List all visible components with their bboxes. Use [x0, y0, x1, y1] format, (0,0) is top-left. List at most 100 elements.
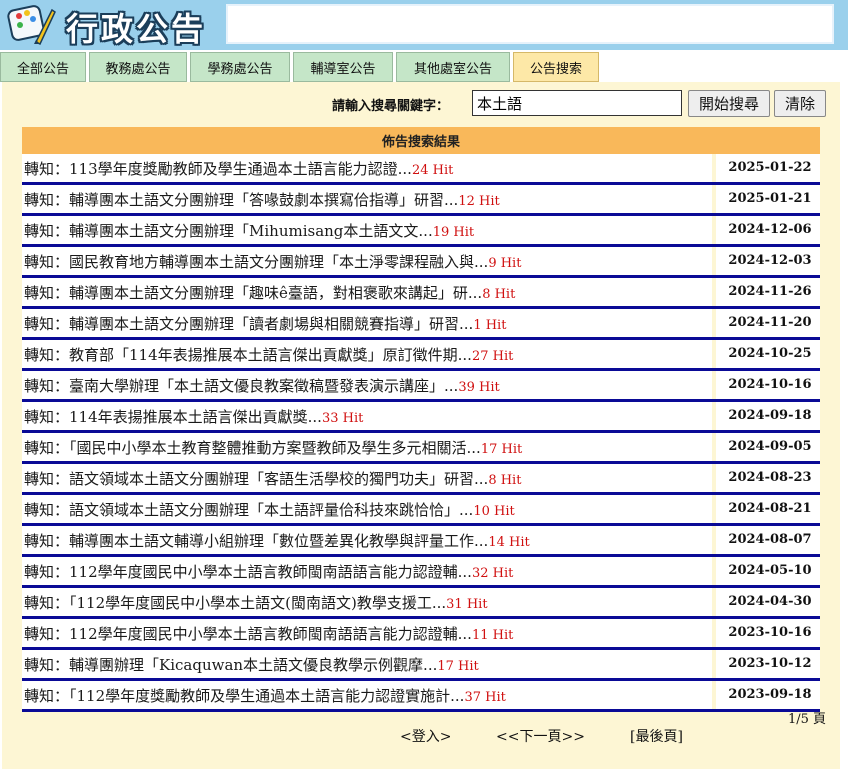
announcement-title-text: 轉知：輔導團辦理「Kicaquwan本土語文優良教學示例觀摩... [24, 655, 438, 674]
announcement-title[interactable]: 轉知：輔導團本土語文輔導小組辦理「數位暨差異化教學與評量工作...14 Hit [22, 530, 714, 551]
announcement-title[interactable]: 轉知：輔導團本土語文分團辦理「讀者劇場與相關競賽指導」研習...1 Hit [22, 313, 714, 334]
login-link[interactable]: <登入> [400, 726, 451, 746]
hit-count: 17 Hit [480, 441, 523, 457]
announcement-title[interactable]: 轉知：語文領域本土語文分團辦理「本土語評量佮科技來跳恰恰」...10 Hit [22, 499, 714, 520]
announcement-title[interactable]: 轉知：114年表揚推展本土語言傑出貢獻獎...33 Hit [22, 406, 714, 427]
table-row[interactable]: 轉知：臺南大學辦理「本土語文優良教案徵稿暨發表演示講座」...39 Hit 202… [22, 371, 820, 402]
announcement-title[interactable]: 轉知：輔導團本土語文分團辦理「答喙鼓劇本撰寫佮指導」研習...12 Hit [22, 189, 714, 210]
announcement-title-text: 轉知：113學年度獎勵教師及學生通過本土語言能力認證... [24, 159, 412, 178]
table-row[interactable]: 轉知：「國民中小學本土教育整體推動方案暨教師及學生多元相關活...17 Hit 2… [22, 433, 820, 464]
announcement-title[interactable]: 轉知：輔導團本土語文分團辦理「Mihumisang本土語文文...19 Hit [22, 220, 714, 241]
hit-count: 12 Hit [458, 193, 500, 209]
tab-other-offices[interactable]: 其他處室公告 [396, 52, 510, 82]
tab-announcement-search[interactable]: 公告搜索 [513, 52, 599, 82]
hit-count: 31 Hit [446, 596, 488, 612]
announcement-title[interactable]: 轉知：語文領域本土語文分團辦理「客語生活學校的獨門功夫」研習...8 Hit [22, 468, 714, 489]
hit-count: 19 Hit [432, 224, 475, 240]
hit-count: 39 Hit [458, 379, 500, 395]
tab-all-announcements[interactable]: 全部公告 [0, 52, 86, 82]
table-row[interactable]: 轉知：輔導團本土語文分團辦理「答喙鼓劇本撰寫佮指導」研習...12 Hit 202… [22, 185, 820, 216]
table-row[interactable]: 轉知：輔導團本土語文分團辦理「讀者劇場與相關競賽指導」研習...1 Hit 202… [22, 309, 820, 340]
table-row[interactable]: 轉知：輔導團辦理「Kicaquwan本土語文優良教學示例觀摩...17 Hit 2… [22, 650, 820, 681]
announcement-title-text: 轉知：國民教育地方輔導團本土語文分團辦理「本土淨零課程融入與... [24, 252, 489, 271]
announcement-title-text: 轉知：「國民中小學本土教育整體推動方案暨教師及學生多元相關活... [24, 438, 481, 457]
table-row[interactable]: 轉知：輔導團本土語文分團辦理「趣味ê臺語，對相褒歌來講起」研...8 Hit 20… [22, 278, 820, 309]
announcement-title-text: 轉知：「112學年度獎勵教師及學生通過本土語言能力認證實施計... [24, 686, 465, 705]
announcement-title-text: 轉知：114年表揚推展本土語言傑出貢獻獎... [24, 407, 322, 426]
results-table: 佈告搜索結果 轉知：113學年度獎勵教師及學生通過本土語言能力認證...24 H… [22, 127, 820, 712]
table-row[interactable]: 轉知：教育部「114年表揚推展本土語言傑出貢獻獎」原訂徵件期...27 Hit 2… [22, 340, 820, 371]
table-row[interactable]: 轉知：語文領域本土語文分團辦理「本土語評量佮科技來跳恰恰」...10 Hit 20… [22, 495, 820, 526]
announcement-title[interactable]: 轉知：輔導團本土語文分團辦理「趣味ê臺語，對相褒歌來講起」研...8 Hit [22, 282, 714, 303]
page-indicator: 1/5 頁 [787, 712, 826, 727]
announcement-title[interactable]: 轉知：「112學年度國民中小學本土語文(閩南語文)教學支援工...31 Hit [22, 592, 714, 613]
announcement-title[interactable]: 轉知：國民教育地方輔導團本土語文分團辦理「本土淨零課程融入與...9 Hit [22, 251, 714, 272]
hit-count: 17 Hit [437, 658, 479, 674]
hit-count: 1 Hit [473, 317, 507, 333]
announcement-title-text: 轉知：112學年度國民中小學本土語言教師閩南語語言能力認證輔... [24, 624, 472, 643]
hit-count: 14 Hit [488, 534, 530, 550]
announcement-title[interactable]: 轉知：教育部「114年表揚推展本土語言傑出貢獻獎」原訂徵件期...27 Hit [22, 344, 714, 365]
table-row[interactable]: 轉知：輔導團本土語文輔導小組辦理「數位暨差異化教學與評量工作...14 Hit 2… [22, 526, 820, 557]
next-page-link[interactable]: <<下一頁>> [496, 726, 585, 746]
table-row[interactable]: 轉知：輔導團本土語文分團辦理「Mihumisang本土語文文...19 Hit 2… [22, 216, 820, 247]
announcement-title-text: 轉知：輔導團本土語文輔導小組辦理「數位暨差異化教學與評量工作... [24, 531, 489, 550]
hit-count: 33 Hit [321, 410, 364, 426]
clear-button[interactable]: 清除 [774, 90, 826, 117]
table-row[interactable]: 轉知：114年表揚推展本土語言傑出貢獻獎...33 Hit 2024-09-18 [22, 402, 820, 433]
table-row[interactable]: 轉知：語文領域本土語文分團辦理「客語生活學校的獨門功夫」研習...8 Hit 20… [22, 464, 820, 495]
announcement-title-text: 轉知：輔導團本土語文分團辦理「讀者劇場與相關競賽指導」研習... [24, 314, 474, 333]
header-banner-box [226, 4, 834, 44]
tab-student-affairs[interactable]: 學務處公告 [190, 52, 290, 82]
table-row[interactable]: 轉知：「112學年度獎勵教師及學生通過本土語言能力認證實施計...37 Hit 2… [22, 681, 820, 712]
hit-count: 37 Hit [464, 689, 506, 705]
search-input[interactable] [472, 90, 682, 116]
search-bar: 請輸入搜尋關鍵字： 開始搜尋 清除 [2, 90, 840, 118]
last-page-link[interactable]: [最後頁] [630, 726, 683, 746]
announcement-title-text: 轉知：輔導團本土語文分團辦理「答喙鼓劇本撰寫佮指導」研習... [24, 190, 459, 209]
table-row[interactable]: 轉知：112學年度國民中小學本土語言教師閩南語語言能力認證輔...32 Hit 2… [22, 557, 820, 588]
tab-academic-affairs[interactable]: 教務處公告 [89, 52, 187, 82]
announcement-title[interactable]: 轉知：112學年度國民中小學本土語言教師閩南語語言能力認證輔...11 Hit [22, 623, 714, 644]
hit-count: 11 Hit [471, 627, 514, 643]
page-title: 行政公告 [66, 10, 207, 48]
announcement-title[interactable]: 轉知：「112學年度獎勵教師及學生通過本土語言能力認證實施計...37 Hit [22, 685, 714, 706]
announcement-title[interactable]: 轉知：輔導團辦理「Kicaquwan本土語文優良教學示例觀摩...17 Hit [22, 654, 714, 675]
hit-count: 9 Hit [488, 255, 522, 271]
announcement-title[interactable]: 轉知：112學年度國民中小學本土語言教師閩南語語言能力認證輔...32 Hit [22, 561, 714, 582]
announcement-date: 2024-08-23 [712, 464, 824, 492]
announcement-title-text: 轉知：輔導團本土語文分團辦理「趣味ê臺語，對相褒歌來講起」研... [24, 283, 483, 302]
announcement-title[interactable]: 轉知：臺南大學辦理「本土語文優良教案徵稿暨發表演示講座」...39 Hit [22, 375, 714, 396]
hit-count: 8 Hit [488, 472, 522, 488]
paint-palette-icon [6, 2, 56, 46]
announcement-date: 2023-10-12 [712, 650, 824, 678]
hit-count: 10 Hit [473, 503, 515, 519]
hit-count: 8 Hit [482, 286, 516, 302]
announcement-title[interactable]: 轉知：113學年度獎勵教師及學生通過本土語言能力認證...24 Hit [22, 158, 714, 179]
announcement-date: 2025-01-21 [712, 185, 824, 213]
announcement-title-text: 轉知：教育部「114年表揚推展本土語言傑出貢獻獎」原訂徵件期... [24, 345, 472, 364]
announcement-date: 2024-10-25 [712, 340, 824, 368]
hit-count: 24 Hit [411, 162, 454, 178]
announcement-date: 2024-04-30 [712, 588, 824, 616]
announcement-date: 2024-09-18 [712, 402, 824, 430]
tab-bar: 全部公告 教務處公告 學務處公告 輔導室公告 其他處室公告 公告搜索 [0, 52, 848, 84]
announcement-date: 2024-08-07 [712, 526, 824, 554]
header-banner: 行政公告 [0, 0, 848, 50]
start-search-button[interactable]: 開始搜尋 [688, 90, 770, 117]
announcement-date: 2025-01-22 [712, 154, 824, 182]
search-label: 請輸入搜尋關鍵字： [332, 99, 450, 114]
announcement-title[interactable]: 轉知：「國民中小學本土教育整體推動方案暨教師及學生多元相關活...17 Hit [22, 437, 714, 458]
table-row[interactable]: 轉知：113學年度獎勵教師及學生通過本土語言能力認證...24 Hit 2025-… [22, 154, 820, 185]
table-row[interactable]: 轉知：112學年度國民中小學本土語言教師閩南語語言能力認證輔...11 Hit 2… [22, 619, 820, 650]
table-row[interactable]: 轉知：國民教育地方輔導團本土語文分團辦理「本土淨零課程融入與...9 Hit 20… [22, 247, 820, 278]
search-panel: 請輸入搜尋關鍵字： 開始搜尋 清除 佈告搜索結果 轉知：113學年度獎勵教師及學… [2, 82, 840, 769]
announcement-date: 2024-12-06 [712, 216, 824, 244]
hit-count: 27 Hit [471, 348, 514, 364]
tab-counseling[interactable]: 輔導室公告 [293, 52, 393, 82]
hit-count: 32 Hit [471, 565, 514, 581]
table-row[interactable]: 轉知：「112學年度國民中小學本土語文(閩南語文)教學支援工...31 Hit 2… [22, 588, 820, 619]
announcement-date: 2024-11-26 [712, 278, 824, 306]
announcement-date: 2024-11-20 [712, 309, 824, 337]
announcement-date: 2023-10-16 [712, 619, 824, 647]
